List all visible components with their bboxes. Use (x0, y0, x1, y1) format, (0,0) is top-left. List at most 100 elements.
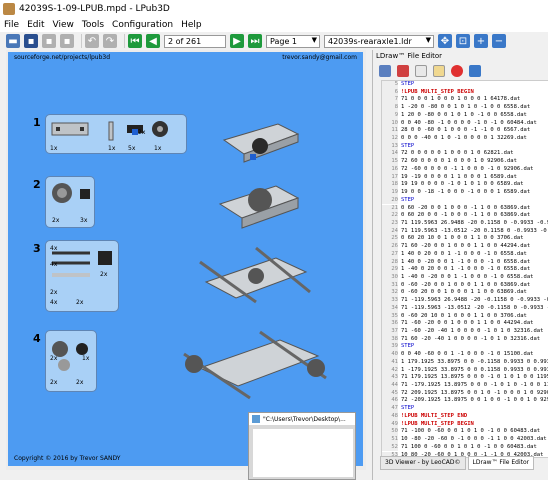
editor-line[interactable]: 29 1 -40 0 20 0 0 1 -1 0 0 0 -1 0 6558.da… (382, 266, 548, 274)
editor-line[interactable]: 33 71 -119.5963 26.9488 -20 -0.1158 0 -0.… (382, 297, 548, 305)
beam-part (108, 121, 114, 141)
menu-edit[interactable]: Edit (27, 20, 44, 30)
app-icon (3, 3, 15, 15)
editor-line[interactable]: 46 72 -209.1925 13.8975 0 0 1 0 0 -1 0 0 … (382, 397, 548, 406)
editor-line[interactable]: 34 71 -119.5963 -13.0512 -20 -0.1158 0 -0… (382, 304, 548, 313)
print-icon[interactable]: ▪ (60, 34, 74, 48)
editor-line[interactable]: 26 71 60 -20 0 0 1 0 0 0 1 1 0 0 44294.da… (382, 243, 548, 251)
editor-line[interactable]: 21 0 60 -20 0 0 1 0 0 0 -1 1 0 0 63869.da… (382, 204, 548, 213)
editor-line[interactable]: 17 19 -19 0 0 0 0 1 1 0 0 0 1 6589.dat (382, 173, 548, 182)
zoom-in-icon[interactable]: + (474, 34, 488, 48)
editor-line[interactable]: 35 0 -60 20 10 0 1 0 0 0 1 1 0 0 3706.dat (382, 312, 548, 321)
copy-icon[interactable] (415, 65, 427, 77)
line-text: 71 -119.5963 -13.0512 -20 -0.1158 0 -0.9… (401, 304, 548, 311)
line-number: 21 (382, 204, 398, 213)
editor-line[interactable]: 24 71 119.5963 -13.0512 -20 0.1158 0 -0.9… (382, 227, 548, 236)
menu-configuration[interactable]: Configuration (112, 20, 173, 30)
editor-line[interactable]: 11 28 0 0 -60 0 1 0 0 0 -1 -1 0 0 6567.da… (382, 127, 548, 136)
tab-file-editor[interactable]: LDraw™ File Editor (467, 456, 535, 470)
line-number: 40 (382, 351, 398, 359)
editor-line[interactable]: 47 STEP (382, 405, 548, 413)
first-page-icon[interactable]: ⏮ (128, 34, 142, 48)
editor-line[interactable]: 91 20 0 -80 0 0 1 0 1 0 -1 0 0 6558.dat (382, 111, 548, 120)
editor-text-area[interactable]: 5 STEP 6 !LPUB MULTI_STEP BEGIN 7 71 0 0 0 1 … (381, 80, 548, 458)
editor-line[interactable]: 50 71 -100 0 -60 0 0 1 0 1 0 -1 0 0 60483… (382, 428, 548, 437)
editor-line[interactable]: 25 0 60 20 10 0 1 0 0 0 1 1 0 0 3706.dat (382, 235, 548, 244)
editor-line[interactable]: 20 STEP (382, 196, 548, 205)
open-folder-icon[interactable]: ▬ (6, 34, 20, 48)
last-page-icon[interactable]: ⏭ (248, 34, 262, 48)
editor-line[interactable]: 49 !LPUB MULTI_STEP BEGIN (382, 420, 548, 429)
editor-line[interactable]: 44 71 -179.1925 13.8975 0 0 0 -1 0 1 0 -1… (382, 382, 548, 390)
scissors-icon[interactable] (397, 65, 409, 77)
editor-line[interactable]: 39 STEP (382, 343, 548, 352)
editor-line[interactable]: 81 -20 0 -80 0 0 1 0 1 0 -1 0 0 6558.dat (382, 104, 548, 112)
editor-line[interactable]: 48 !LPUB MULTI_STEP END (382, 412, 548, 421)
editor-line[interactable]: 43 71 179.1925 13.8975 0 0 0 -1 0 1 0 1 0… (382, 374, 548, 383)
previous-page-icon[interactable]: ◀ (146, 34, 160, 48)
editor-line[interactable]: 31 0 -60 -20 0 0 1 0 0 0 1 1 0 0 63869.da… (382, 281, 548, 290)
fit-width-icon[interactable]: ✥ (438, 34, 452, 48)
editor-line[interactable]: 19 19 0 0 -18 -1 0 0 0 -1 0 0 0 1 6589.da… (382, 189, 548, 197)
menu-help[interactable]: Help (181, 20, 202, 30)
editor-line[interactable]: 30 1 -40 0 -20 0 0 1 -1 0 0 0 -1 0 6558.d… (382, 273, 548, 282)
editor-line[interactable]: 23 71 119.5963 26.9488 -20 0.1158 0 -0.99… (382, 219, 548, 228)
editor-line[interactable]: 22 0 60 20 0 0 -1 0 0 0 -1 1 0 0 63869.da… (382, 212, 548, 220)
undo-icon[interactable]: ↶ (85, 34, 99, 48)
next-page-icon[interactable]: ▶ (230, 34, 244, 48)
step-number: 3 (33, 242, 41, 255)
editor-line[interactable]: 37 71 -60 -20 -40 1 0 0 0 0 -1 0 1 0 3231… (382, 328, 548, 336)
editor-line[interactable]: 52 71 100 0 -60 0 0 1 0 1 0 -1 0 0 60483.… (382, 443, 548, 452)
page-number-value: 2 of 261 (168, 36, 202, 46)
delete-icon[interactable] (451, 65, 463, 77)
page-combo[interactable]: Page 1 ▼ (266, 34, 320, 48)
part-quantity: 1x (154, 145, 162, 152)
save-as-icon[interactable]: ▪ (42, 34, 56, 48)
editor-line[interactable]: 13 STEP (382, 142, 548, 151)
editor-line[interactable]: 32 0 -60 20 0 0 1 0 0 0 1 1 0 0 63869.dat (382, 289, 548, 298)
editor-line[interactable]: 41 1 179.1925 33.8975 0 0 -0.1158 0.9933 … (382, 358, 548, 367)
line-text: STEP (401, 343, 415, 350)
editor-line[interactable]: 16 72 -60 0 0 0 0 -1 1 0 0 0 -1 0 92906.d… (382, 165, 548, 174)
editor-line[interactable]: 10 0 0 40 -80 -1 0 0 0 0 -1 0 -1 0 60484.… (382, 119, 548, 128)
redo-icon[interactable]: ↷ (103, 34, 117, 48)
part-quantity: 1x (108, 145, 116, 152)
editor-line[interactable]: 12 0 0 0 -40 0 1 0 -1 0 0 0 0 1 32269.dat (382, 135, 548, 143)
editor-line[interactable]: 6 !LPUB MULTI_STEP BEGIN (382, 88, 548, 97)
editor-line[interactable]: 42 1 -179.1925 33.8975 0 0 0.1158 0.9933 … (382, 366, 548, 375)
line-number: 17 (382, 173, 398, 182)
refresh-icon[interactable] (469, 65, 481, 77)
editor-line[interactable]: 5 STEP (382, 81, 548, 89)
menu-view[interactable]: View (53, 20, 74, 30)
save-icon[interactable]: ▪ (24, 34, 38, 48)
menu-bar: File Edit View Tools Configuration Help (0, 18, 548, 32)
editor-line[interactable]: 38 71 60 -20 -40 1 0 0 0 0 -1 0 1 0 32316… (382, 335, 548, 344)
editor-line[interactable]: 28 1 40 0 -20 0 0 1 -1 0 0 0 -1 0 6558.da… (382, 258, 548, 267)
file-combo[interactable]: 42039s-rearaxle1.ldr ▼ (324, 34, 434, 48)
line-number: 15 (382, 158, 398, 166)
toolbar: ▬ ▪ ▪ ▪ ↶ ↷ ⏮ ◀ 2 of 261 ▶ ⏭ Page 1 ▼ 420… (0, 32, 548, 50)
page-number-field[interactable]: 2 of 261 (164, 34, 226, 48)
editor-line[interactable]: 36 71 -60 -20 0 0 1 0 0 0 1 1 0 0 44294.d… (382, 320, 548, 328)
editor-line[interactable]: 45 72 209.1925 13.8975 0 0 1 0 -1 0 0 0 1… (382, 389, 548, 398)
menu-file[interactable]: File (4, 20, 19, 30)
paste-icon[interactable] (433, 65, 445, 77)
editor-line[interactable]: 40 0 0 40 -60 0 0 1 -1 0 0 0 -1 0 15100.d… (382, 351, 548, 359)
editor-line[interactable]: 51 10 -80 -20 -60 0 -1 0 0 0 -1 1 0 0 420… (382, 436, 548, 444)
line-number: 32 (382, 289, 398, 298)
editor-line[interactable]: 18 19 19 0 0 0 0 -1 0 1 0 1 0 0 6589.dat (382, 181, 548, 190)
taskbar-preview[interactable]: "C:\Users\Trevor\Desktop\... (248, 412, 356, 480)
line-number: 49 (382, 420, 398, 429)
fit-page-icon[interactable]: ⊡ (456, 34, 470, 48)
cut-icon[interactable] (379, 65, 391, 77)
editor-line[interactable]: 15 72 60 0 0 0 0 1 0 0 0 1 0 92906.dat (382, 158, 548, 166)
editor-line[interactable]: 27 1 40 0 20 0 0 1 -1 0 0 0 -1 0 6558.dat (382, 250, 548, 259)
editor-line[interactable]: 14 72 0 0 0 0 0 1 0 0 0 1 0 62821.dat (382, 150, 548, 159)
line-number: 6 (382, 88, 398, 97)
zoom-out-icon[interactable]: − (492, 34, 506, 48)
editor-line[interactable]: 7 71 0 0 0 1 0 0 0 1 0 0 0 1 64178.dat (382, 96, 548, 105)
menu-tools[interactable]: Tools (82, 20, 104, 30)
step-1-parts-list: 1x 2x 1x 5x 1x (45, 114, 187, 154)
tab-3d-viewer[interactable]: 3D Viewer - by LeoCAD© (380, 456, 466, 470)
line-number: 31 (382, 281, 398, 290)
